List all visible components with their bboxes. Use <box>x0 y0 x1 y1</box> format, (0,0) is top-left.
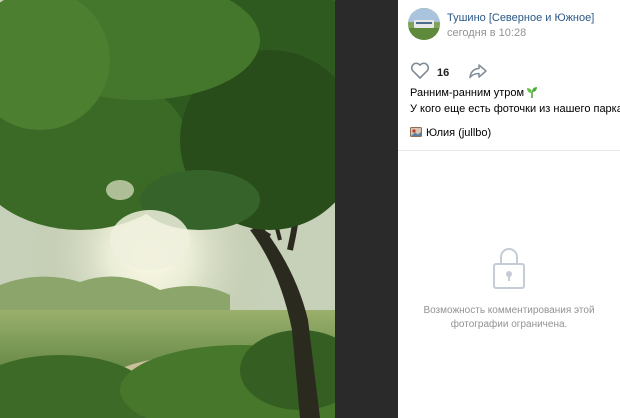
caption-line-1: Ранним-ранним утром <box>410 87 525 99</box>
comments-closed-notice: Возможность комментирования этой фотогра… <box>398 246 620 332</box>
like-count: 16 <box>437 67 450 79</box>
divider <box>398 150 620 151</box>
post-time[interactable]: сегодня в 10:28 <box>447 26 594 40</box>
sprout-emoji-icon <box>526 86 538 102</box>
tagged-person[interactable]: Юлия (jullbo) <box>410 124 491 142</box>
like-button[interactable]: 16 <box>410 62 449 84</box>
tagged-person-name: Юлия (jullbo) <box>426 127 492 139</box>
viewer-background <box>335 0 398 418</box>
share-arrow-icon <box>468 63 488 84</box>
post-info-panel: Тушино [Северное и Южное] сегодня в 10:2… <box>398 0 620 418</box>
post-author: Тушино [Северное и Южное] сегодня в 10:2… <box>408 8 594 40</box>
caption-line-2: У кого еще есть фоточки из нашего парка? <box>410 103 620 115</box>
post-actions: 16 <box>410 62 488 84</box>
post-caption: Ранним-ранним утром У кого еще есть фото… <box>410 86 620 116</box>
comments-closed-text: Возможность комментирования этой фотогра… <box>423 305 595 330</box>
photo-tag-icon <box>410 124 422 142</box>
community-name-link[interactable]: Тушино [Северное и Южное] <box>447 11 594 25</box>
share-button[interactable] <box>468 63 488 84</box>
heart-outline-icon <box>410 62 430 84</box>
lock-outline-icon <box>398 246 620 290</box>
community-avatar[interactable] <box>408 8 440 40</box>
post-photo[interactable] <box>0 0 335 418</box>
photo-viewer <box>0 0 398 418</box>
